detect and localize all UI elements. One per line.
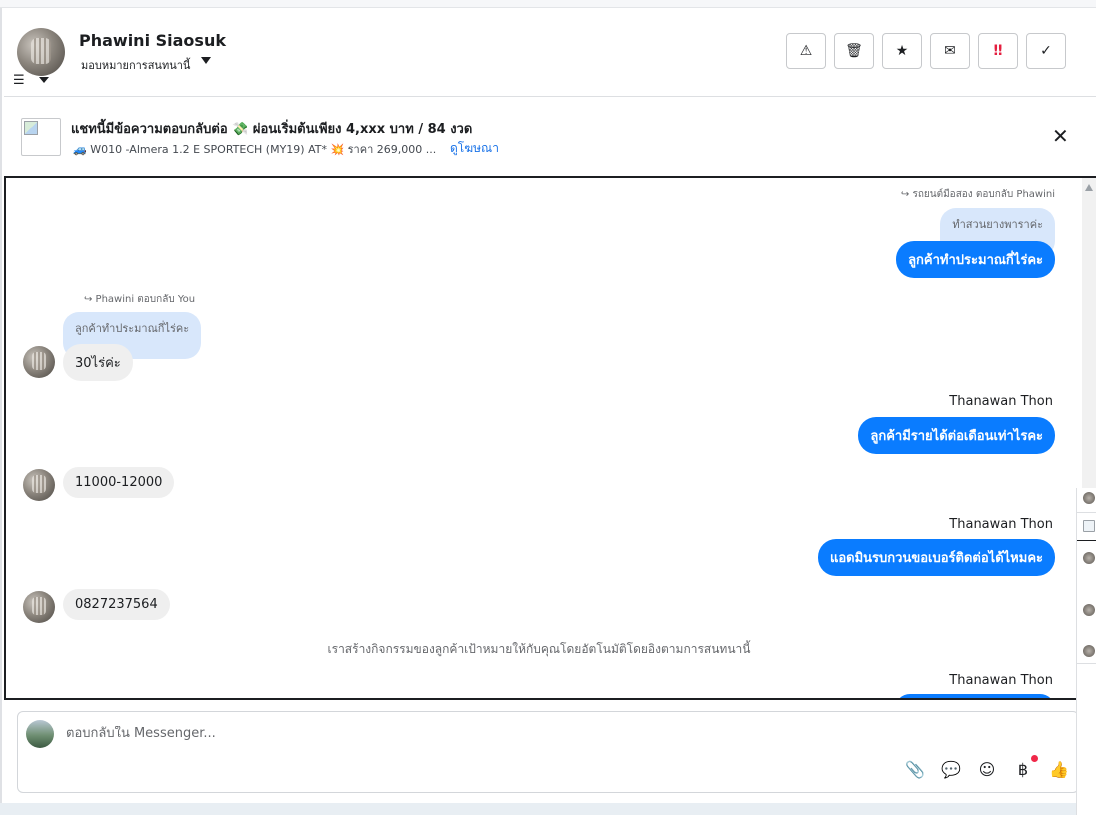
conversation-header: ☰ Phawini Siaosuk มอบหมายการสนทนานี้ ⚠ 🗑… xyxy=(4,9,1096,97)
side-avatar[interactable] xyxy=(1083,492,1095,504)
chat-bubble-icon: 💬 xyxy=(941,759,961,779)
warning-icon: ⚠ xyxy=(799,43,813,59)
check-icon: ✓ xyxy=(1040,43,1052,59)
smiley-icon: ☺ xyxy=(978,759,996,779)
composer-tools: 📎 💬 ☺ ฿ 👍 xyxy=(904,755,1070,780)
message-composer: 📎 💬 ☺ ฿ 👍 xyxy=(17,711,1079,793)
assign-conversation-dropdown[interactable]: มอบหมายการสนทนานี้ xyxy=(81,56,190,74)
baht-icon: ฿ xyxy=(1017,759,1029,779)
outgoing-message-partial[interactable] xyxy=(895,694,1055,698)
system-note: เราสร้างกิจกรรมของลูกค้าเป้าหมายให้กับคุ… xyxy=(327,642,751,656)
sender-name: Thanawan Thon xyxy=(949,673,1053,688)
side-thumbnail[interactable] xyxy=(1083,520,1095,532)
outgoing-message[interactable]: ลูกค้ามีรายได้ต่อเดือนเท่าไรคะ xyxy=(858,417,1055,454)
sender-name: Thanawan Thon xyxy=(949,517,1053,532)
reply-meta: ↪ Phawini ตอบกลับ You xyxy=(84,294,196,305)
reply-meta: ↪ รถยนต์มือสอง ตอบกลับ Phawini xyxy=(900,189,1055,200)
assign-chevron-down-icon[interactable] xyxy=(201,57,211,64)
message-thread[interactable]: ↪ รถยนต์มือสอง ตอบกลับ Phawini ทำสวนยางพ… xyxy=(4,176,1096,700)
conversation-toolbar: ⚠ 🗑 ★ ✉ ‼ ✓ xyxy=(786,33,1066,69)
filter-sliders-icon[interactable]: ☰ xyxy=(13,73,25,88)
payment-button[interactable]: ฿ xyxy=(1012,755,1038,780)
incoming-message[interactable]: 30ไร่ค่ะ xyxy=(63,344,133,381)
delete-button[interactable]: 🗑 xyxy=(834,33,874,69)
emoji-button[interactable]: ☺ xyxy=(976,758,998,780)
trash-icon: 🗑 xyxy=(845,43,863,59)
side-divider xyxy=(1077,540,1096,541)
side-panel-edge xyxy=(1076,488,1096,815)
reply-input[interactable] xyxy=(66,726,966,741)
left-divider xyxy=(0,8,2,808)
attach-button[interactable]: 📎 xyxy=(904,758,926,780)
sender-name: Thanawan Thon xyxy=(949,394,1053,409)
side-avatar[interactable] xyxy=(1083,552,1095,564)
ad-title: แชทนี้มีข้อความตอบกลับต่อ 💸 ผ่อนเริ่มต้น… xyxy=(71,122,473,137)
view-ad-link[interactable]: ดูโฆษณา xyxy=(450,139,499,158)
done-button[interactable]: ✓ xyxy=(1026,33,1066,69)
ad-context-banner: แชทนี้มีข้อความตอบกลับต่อ 💸 ผ่อนเริ่มต้น… xyxy=(4,98,1096,174)
priority-button[interactable]: ‼ xyxy=(978,33,1018,69)
ad-thumbnail-image[interactable] xyxy=(21,118,61,156)
contact-avatar-small[interactable] xyxy=(23,469,55,501)
side-divider xyxy=(1077,663,1096,664)
incoming-message[interactable]: 0827237564 xyxy=(63,589,170,620)
outgoing-message[interactable]: ลูกค้าทำประมาณกี่ไร่คะ xyxy=(896,241,1055,278)
side-divider xyxy=(1077,512,1096,513)
contact-avatar[interactable] xyxy=(17,28,65,76)
saved-replies-button[interactable]: 💬 xyxy=(940,758,962,780)
notification-dot xyxy=(1031,755,1038,762)
outgoing-message[interactable]: แอดมินรบกวนขอเบอร์ติดต่อได้ไหมคะ xyxy=(817,539,1055,576)
envelope-icon: ✉ xyxy=(944,43,956,59)
like-button[interactable]: 👍 xyxy=(1048,758,1070,780)
ad-subtitle: 🚙 W010 -Almera 1.2 E SPORTECH (MY19) AT*… xyxy=(73,143,437,156)
contact-avatar-small[interactable] xyxy=(23,591,55,623)
paperclip-icon: 📎 xyxy=(905,759,925,779)
scroll-up-arrow-icon[interactable] xyxy=(1085,184,1093,191)
double-exclamation-icon: ‼ xyxy=(993,43,1003,59)
page-avatar xyxy=(26,720,54,748)
inbox-conversation-view: ☰ Phawini Siaosuk มอบหมายการสนทนานี้ ⚠ 🗑… xyxy=(0,0,1096,815)
report-button[interactable]: ⚠ xyxy=(786,33,826,69)
side-avatar[interactable] xyxy=(1083,604,1095,616)
side-avatar[interactable] xyxy=(1083,645,1095,657)
thumbs-up-icon: 👍 xyxy=(1049,759,1069,779)
contact-avatar-small[interactable] xyxy=(23,346,55,378)
chevron-down-icon[interactable] xyxy=(39,77,49,83)
bottom-strip xyxy=(0,803,1096,815)
contact-name[interactable]: Phawini Siaosuk xyxy=(79,31,226,50)
mail-button[interactable]: ✉ xyxy=(930,33,970,69)
top-strip xyxy=(0,0,1096,8)
incoming-message[interactable]: 11000-12000 xyxy=(63,467,175,498)
star-icon: ★ xyxy=(895,43,909,59)
star-button[interactable]: ★ xyxy=(882,33,922,69)
close-icon[interactable]: ✕ xyxy=(1052,124,1069,148)
